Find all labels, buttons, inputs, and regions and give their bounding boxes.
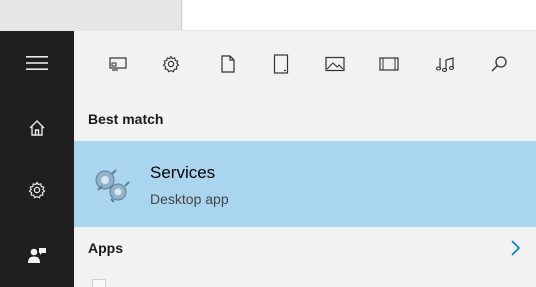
filter-documents[interactable] bbox=[215, 51, 241, 77]
feedback-button[interactable] bbox=[0, 227, 74, 283]
settings-icon bbox=[162, 55, 180, 73]
feedback-icon bbox=[28, 248, 46, 263]
window-tab[interactable] bbox=[0, 0, 182, 31]
app-list-item-icon bbox=[92, 279, 106, 287]
filter-music[interactable] bbox=[432, 51, 458, 77]
home-button[interactable] bbox=[0, 100, 74, 156]
settings-button[interactable] bbox=[0, 162, 74, 218]
filter-settings[interactable] bbox=[158, 51, 184, 77]
search-icon bbox=[491, 56, 507, 72]
videos-icon bbox=[379, 57, 399, 71]
filter-apps[interactable] bbox=[105, 51, 131, 77]
window-strip bbox=[0, 0, 536, 31]
music-icon bbox=[435, 57, 455, 73]
documents-icon bbox=[221, 55, 235, 73]
result-subtitle: Desktop app bbox=[150, 191, 229, 207]
filter-search[interactable] bbox=[486, 51, 512, 77]
filter-photos[interactable] bbox=[322, 51, 348, 77]
apps-heading: Apps bbox=[88, 240, 123, 256]
gear-icon bbox=[28, 181, 46, 199]
menu-button[interactable] bbox=[0, 35, 74, 91]
result-title: Services bbox=[150, 163, 216, 182]
filter-bar bbox=[74, 31, 536, 97]
search-panel: Best match Services Desktop app Apps bbox=[74, 31, 536, 287]
filter-tablet[interactable] bbox=[268, 51, 294, 77]
window-area bbox=[183, 0, 536, 31]
best-match-heading: Best match bbox=[88, 111, 164, 127]
chevron-right-icon[interactable] bbox=[508, 239, 522, 257]
menu-icon bbox=[26, 56, 48, 70]
services-app-icon bbox=[88, 165, 136, 205]
home-icon bbox=[29, 120, 45, 136]
apps-icon bbox=[109, 57, 127, 71]
tablet-icon bbox=[273, 54, 289, 74]
start-rail bbox=[0, 31, 74, 287]
best-match-result[interactable]: Services Desktop app bbox=[74, 141, 536, 227]
photos-icon bbox=[325, 56, 345, 72]
filter-videos[interactable] bbox=[376, 51, 402, 77]
